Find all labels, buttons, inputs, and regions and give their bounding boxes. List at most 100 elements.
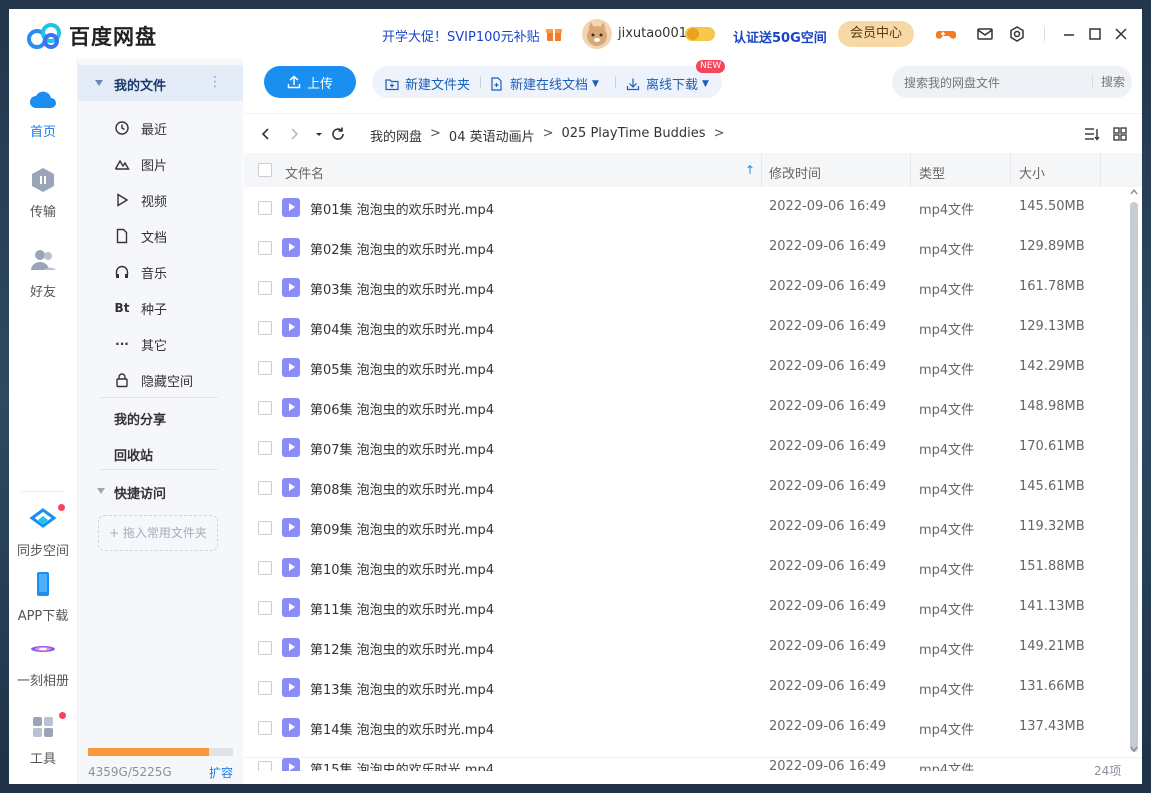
sidebar-item-torrents[interactable]: Bt 种子 bbox=[114, 298, 167, 318]
drop-favorite-folder-zone[interactable]: + 拖入常用文件夹 bbox=[98, 515, 218, 551]
row-checkbox[interactable] bbox=[258, 681, 272, 695]
column-divider[interactable] bbox=[1010, 153, 1011, 187]
row-checkbox[interactable] bbox=[258, 641, 272, 655]
table-row[interactable]: 第13集 泡泡虫的欢乐时光.mp4 2022-09-06 16:49 mp4文件 13… bbox=[244, 667, 1124, 707]
more-vertical-icon[interactable]: ⋮ bbox=[208, 74, 222, 90]
back-arrow-icon[interactable] bbox=[258, 126, 274, 142]
column-divider[interactable] bbox=[761, 153, 762, 187]
table-row[interactable]: 第06集 泡泡虫的欢乐时光.mp4 2022-09-06 16:49 mp4文件 14… bbox=[244, 387, 1124, 427]
table-row[interactable]: 第03集 泡泡虫的欢乐时光.mp4 2022-09-06 16:49 mp4文件 16… bbox=[244, 267, 1124, 307]
nav-home[interactable]: 首页 bbox=[9, 87, 77, 140]
new-online-doc-button[interactable]: 新建在线文档 ▼ bbox=[490, 74, 599, 93]
sidebar-item-images[interactable]: 图片 bbox=[114, 154, 167, 174]
file-name[interactable]: 第07集 泡泡虫的欢乐时光.mp4 bbox=[310, 439, 494, 458]
table-row[interactable]: 第14集 泡泡虫的欢乐时光.mp4 2022-09-06 16:49 mp4文件 13… bbox=[244, 707, 1124, 747]
app-logo[interactable]: 百度网盘 bbox=[27, 21, 157, 51]
row-checkbox[interactable] bbox=[258, 521, 272, 535]
file-name[interactable]: 第10集 泡泡虫的欢乐时光.mp4 bbox=[310, 559, 494, 578]
column-header-type[interactable]: 类型 bbox=[919, 163, 945, 182]
row-checkbox[interactable] bbox=[258, 721, 272, 735]
promo-link[interactable]: 开学大促！SVIP100元补贴 bbox=[382, 26, 540, 45]
sidebar-item-recent[interactable]: 最近 bbox=[114, 118, 167, 138]
chevron-down-icon[interactable]: ▼ bbox=[702, 79, 709, 89]
file-name[interactable]: 第11集 泡泡虫的欢乐时光.mp4 bbox=[310, 599, 494, 618]
maximize-icon[interactable] bbox=[1085, 24, 1105, 44]
sidebar-my-files[interactable]: 我的文件 ⋮ bbox=[78, 65, 243, 101]
sidebar-item-hidden-space[interactable]: 隐藏空间 bbox=[114, 370, 193, 390]
table-row[interactable]: 第11集 泡泡虫的欢乐时光.mp4 2022-09-06 16:49 mp4文件 14… bbox=[244, 587, 1124, 627]
file-name[interactable]: 第13集 泡泡虫的欢乐时光.mp4 bbox=[310, 679, 494, 698]
nav-tools[interactable]: 工具 bbox=[9, 712, 77, 767]
nav-app-download[interactable]: APP下载 bbox=[9, 571, 77, 624]
file-name[interactable]: 第09集 泡泡虫的欢乐时光.mp4 bbox=[310, 519, 494, 538]
collapse-triangle-icon[interactable] bbox=[95, 80, 103, 86]
breadcrumb-item[interactable]: 025 PlayTime Buddies bbox=[562, 126, 706, 145]
file-name[interactable]: 第05集 泡泡虫的欢乐时光.mp4 bbox=[310, 359, 494, 378]
file-name[interactable]: 第02集 泡泡虫的欢乐时光.mp4 bbox=[310, 239, 494, 258]
row-checkbox[interactable] bbox=[258, 201, 272, 215]
sidebar-my-share[interactable]: 我的分享 bbox=[114, 409, 166, 428]
file-name[interactable]: 第03集 泡泡虫的欢乐时光.mp4 bbox=[310, 279, 494, 298]
scroll-down-arrow-icon[interactable] bbox=[1129, 744, 1139, 754]
row-checkbox[interactable] bbox=[258, 281, 272, 295]
row-checkbox[interactable] bbox=[258, 561, 272, 575]
column-divider[interactable] bbox=[1100, 153, 1101, 187]
avatar[interactable] bbox=[582, 19, 612, 49]
column-header-modified[interactable]: 修改时间 bbox=[769, 163, 821, 182]
table-row[interactable]: 第02集 泡泡虫的欢乐时光.mp4 2022-09-06 16:49 mp4文件 12… bbox=[244, 227, 1124, 267]
row-checkbox[interactable] bbox=[258, 441, 272, 455]
table-row[interactable]: 第07集 泡泡虫的欢乐时光.mp4 2022-09-06 16:49 mp4文件 17… bbox=[244, 427, 1124, 467]
table-row[interactable]: 第08集 泡泡虫的欢乐时光.mp4 2022-09-06 16:49 mp4文件 14… bbox=[244, 467, 1124, 507]
gift-icon[interactable] bbox=[544, 24, 564, 44]
forward-arrow-icon[interactable] bbox=[286, 126, 302, 142]
search-input[interactable] bbox=[902, 66, 1086, 100]
scrollbar-thumb[interactable] bbox=[1130, 202, 1138, 752]
close-icon[interactable] bbox=[1111, 24, 1131, 44]
gamepad-icon[interactable] bbox=[936, 24, 956, 44]
minimize-icon[interactable] bbox=[1059, 24, 1079, 44]
grid-view-icon[interactable] bbox=[1112, 126, 1128, 142]
file-name[interactable]: 第08集 泡泡虫的欢乐时光.mp4 bbox=[310, 479, 494, 498]
sidebar-quick-access[interactable]: 快捷访问 bbox=[114, 483, 166, 502]
column-divider[interactable] bbox=[910, 153, 911, 187]
settings-icon[interactable] bbox=[1007, 24, 1027, 44]
table-row[interactable]: 第09集 泡泡虫的欢乐时光.mp4 2022-09-06 16:49 mp4文件 11… bbox=[244, 507, 1124, 547]
row-checkbox[interactable] bbox=[258, 401, 272, 415]
select-all-checkbox[interactable] bbox=[258, 163, 272, 177]
username[interactable]: jixutao001 bbox=[618, 26, 687, 41]
search-button[interactable]: 搜索 bbox=[1092, 75, 1133, 89]
file-name[interactable]: 第06集 泡泡虫的欢乐时光.mp4 bbox=[310, 399, 494, 418]
row-checkbox[interactable] bbox=[258, 361, 272, 375]
row-checkbox[interactable] bbox=[258, 481, 272, 495]
table-row[interactable]: 第10集 泡泡虫的欢乐时光.mp4 2022-09-06 16:49 mp4文件 15… bbox=[244, 547, 1124, 587]
table-row[interactable]: 第12集 泡泡虫的欢乐时光.mp4 2022-09-06 16:49 mp4文件 14… bbox=[244, 627, 1124, 667]
chevron-down-icon[interactable]: ▼ bbox=[592, 79, 599, 89]
row-checkbox[interactable] bbox=[258, 601, 272, 615]
row-checkbox[interactable] bbox=[258, 321, 272, 335]
expand-storage-link[interactable]: 扩容 bbox=[209, 764, 233, 781]
file-name[interactable]: 第01集 泡泡虫的欢乐时光.mp4 bbox=[310, 199, 494, 218]
history-dropdown-icon[interactable] bbox=[314, 126, 324, 142]
column-header-size[interactable]: 大小 bbox=[1019, 163, 1045, 182]
file-name[interactable]: 第04集 泡泡虫的欢乐时光.mp4 bbox=[310, 319, 494, 338]
table-row[interactable]: 第01集 泡泡虫的欢乐时光.mp4 2022-09-06 16:49 mp4文件 14… bbox=[244, 187, 1124, 227]
scroll-up-arrow-icon[interactable] bbox=[1129, 187, 1139, 197]
nav-transfer[interactable]: 传输 bbox=[9, 167, 77, 220]
file-name[interactable]: 第12集 泡泡虫的欢乐时光.mp4 bbox=[310, 639, 494, 658]
breadcrumb-item[interactable]: 04 英语动画片 bbox=[449, 126, 535, 145]
upload-button[interactable]: 上传 bbox=[264, 66, 356, 98]
sidebar-item-documents[interactable]: 文档 bbox=[114, 226, 167, 246]
mail-icon[interactable] bbox=[975, 24, 995, 44]
collapse-triangle-icon[interactable] bbox=[97, 488, 105, 494]
breadcrumb-item[interactable]: 我的网盘 bbox=[370, 126, 422, 145]
refresh-icon[interactable] bbox=[330, 126, 346, 142]
row-checkbox[interactable] bbox=[258, 241, 272, 255]
table-row[interactable]: 第04集 泡泡虫的欢乐时光.mp4 2022-09-06 16:49 mp4文件 12… bbox=[244, 307, 1124, 347]
offline-download-button[interactable]: 离线下载 ▼ bbox=[626, 74, 709, 93]
file-name[interactable]: 第14集 泡泡虫的欢乐时光.mp4 bbox=[310, 719, 494, 738]
nav-sync[interactable]: 同步空间 bbox=[9, 504, 77, 559]
nav-album[interactable]: 一刻相册 bbox=[9, 636, 77, 689]
vip-center-button[interactable]: 会员中心 bbox=[838, 21, 914, 47]
cert-promo-link[interactable]: 认证送50G空间 bbox=[733, 27, 827, 46]
sidebar-item-videos[interactable]: 视频 bbox=[114, 190, 167, 210]
